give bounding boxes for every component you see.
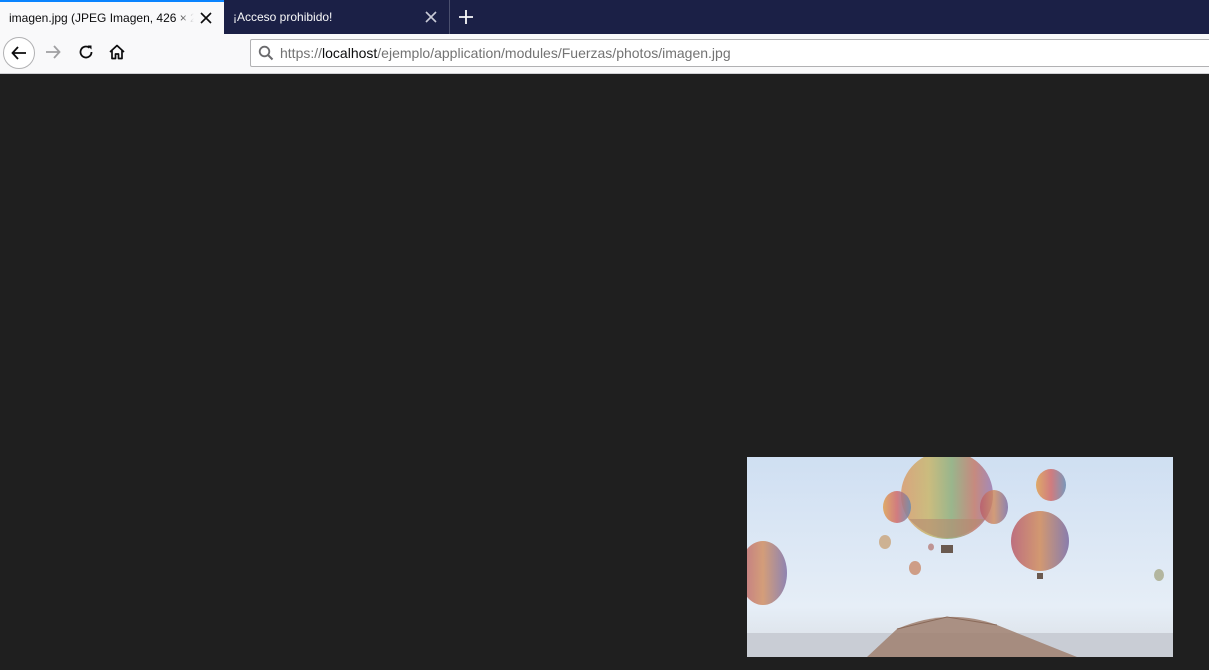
home-icon (109, 44, 125, 60)
image-viewer (0, 74, 1209, 670)
url-host: localhost (322, 45, 378, 61)
url-path: /ejemplo/application/modules/Fuerzas/pho… (377, 45, 731, 61)
arrow-left-icon (11, 46, 26, 60)
home-button[interactable] (105, 40, 129, 64)
reload-button[interactable] (74, 40, 98, 64)
hot-air-balloons-image (747, 457, 1173, 657)
back-button[interactable] (3, 37, 35, 69)
tab-image[interactable]: imagen.jpg (JPEG Imagen, 426 × 200 píxel… (0, 0, 224, 34)
arrow-right-icon (46, 45, 61, 59)
close-icon[interactable] (198, 10, 214, 26)
navigation-toolbar: https://localhost/ejemplo/application/mo… (0, 34, 1209, 74)
search-icon (258, 45, 274, 61)
plus-icon (459, 10, 473, 24)
url-text: https://localhost/ejemplo/application/mo… (280, 45, 731, 61)
reload-icon (79, 45, 93, 59)
forward-button[interactable] (41, 40, 65, 64)
tab-strip: imagen.jpg (JPEG Imagen, 426 × 200 píxel… (0, 0, 1209, 34)
url-bar[interactable]: https://localhost/ejemplo/application/mo… (250, 39, 1209, 67)
tab-forbidden-label: ¡Acceso prohibido! (233, 10, 333, 24)
tab-forbidden[interactable]: ¡Acceso prohibido! (224, 0, 450, 34)
url-scheme: https:// (280, 45, 323, 61)
new-tab-button[interactable] (455, 6, 477, 28)
tab-image-label: imagen.jpg (JPEG Imagen, 426 × 200 píxel… (0, 11, 194, 25)
close-icon[interactable] (423, 9, 439, 25)
